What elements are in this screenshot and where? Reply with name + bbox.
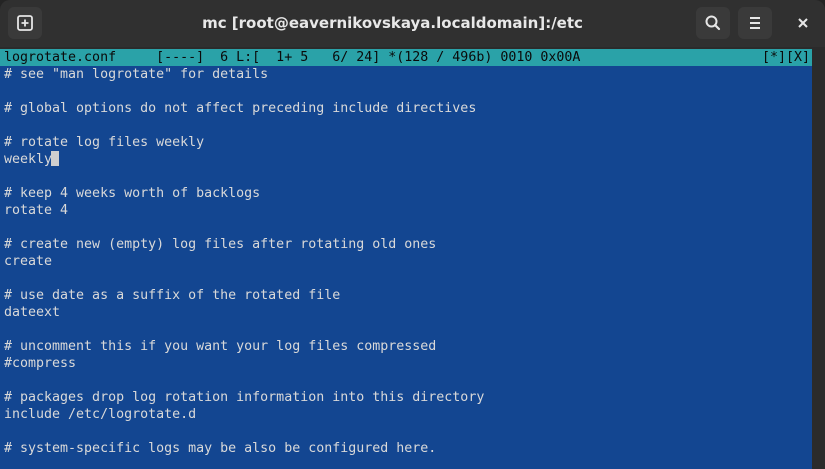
new-tab-button[interactable] xyxy=(8,7,42,39)
editor-line[interactable]: # rotate log files weekly xyxy=(4,134,204,151)
file-status: logrotate.conf [----] 6 L:[ 1+ 5 6/ 24] … xyxy=(4,50,581,65)
editor-line[interactable]: # see "man logrotate" for details xyxy=(4,66,268,83)
editor-line[interactable]: include /etc/logrotate.d xyxy=(4,406,196,423)
editor-line[interactable]: dateext xyxy=(4,304,60,321)
editor-line[interactable]: # global options do not affect preceding… xyxy=(4,100,476,117)
editor-line[interactable]: # create new (empty) log files after rot… xyxy=(4,236,436,253)
editor-line[interactable]: rotate 4 xyxy=(4,202,68,219)
editor-line[interactable]: create xyxy=(4,253,52,270)
editor-line[interactable]: weekly xyxy=(4,151,52,168)
editor-line[interactable]: # use date as a suffix of the rotated fi… xyxy=(4,287,340,304)
hamburger-menu-icon xyxy=(750,17,760,29)
terminal-window: mc [root@eavernikovskaya.localdomain]:/e… xyxy=(0,0,825,469)
window-title: mc [root@eavernikovskaya.localdomain]:/e… xyxy=(202,14,583,32)
search-button[interactable] xyxy=(696,7,730,39)
editor-status-bar: logrotate.conf [----] 6 L:[ 1+ 5 6/ 24] … xyxy=(0,49,812,66)
editor-line[interactable]: # packages drop log rotation information… xyxy=(4,389,484,406)
close-button[interactable] xyxy=(787,7,819,39)
editor-line[interactable]: # uncomment this if you want your log fi… xyxy=(4,338,436,355)
text-cursor xyxy=(51,151,59,166)
window-controls-text[interactable]: [*][X] xyxy=(762,49,810,66)
new-tab-icon xyxy=(17,15,33,31)
editor-line[interactable]: # keep 4 weeks worth of backlogs xyxy=(4,185,260,202)
search-icon xyxy=(705,15,721,31)
scrollbar-gutter[interactable] xyxy=(812,47,825,469)
text-editor[interactable]: # see "man logrotate" for details # glob… xyxy=(0,66,812,469)
close-icon xyxy=(798,18,808,28)
menu-button[interactable] xyxy=(738,7,772,39)
terminal-area[interactable]: logrotate.conf [----] 6 L:[ 1+ 5 6/ 24] … xyxy=(0,47,825,469)
editor-line[interactable]: #compress xyxy=(4,355,76,372)
editor-line[interactable]: # system-specific logs may be also be co… xyxy=(4,440,436,457)
title-bar: mc [root@eavernikovskaya.localdomain]:/e… xyxy=(0,0,825,47)
